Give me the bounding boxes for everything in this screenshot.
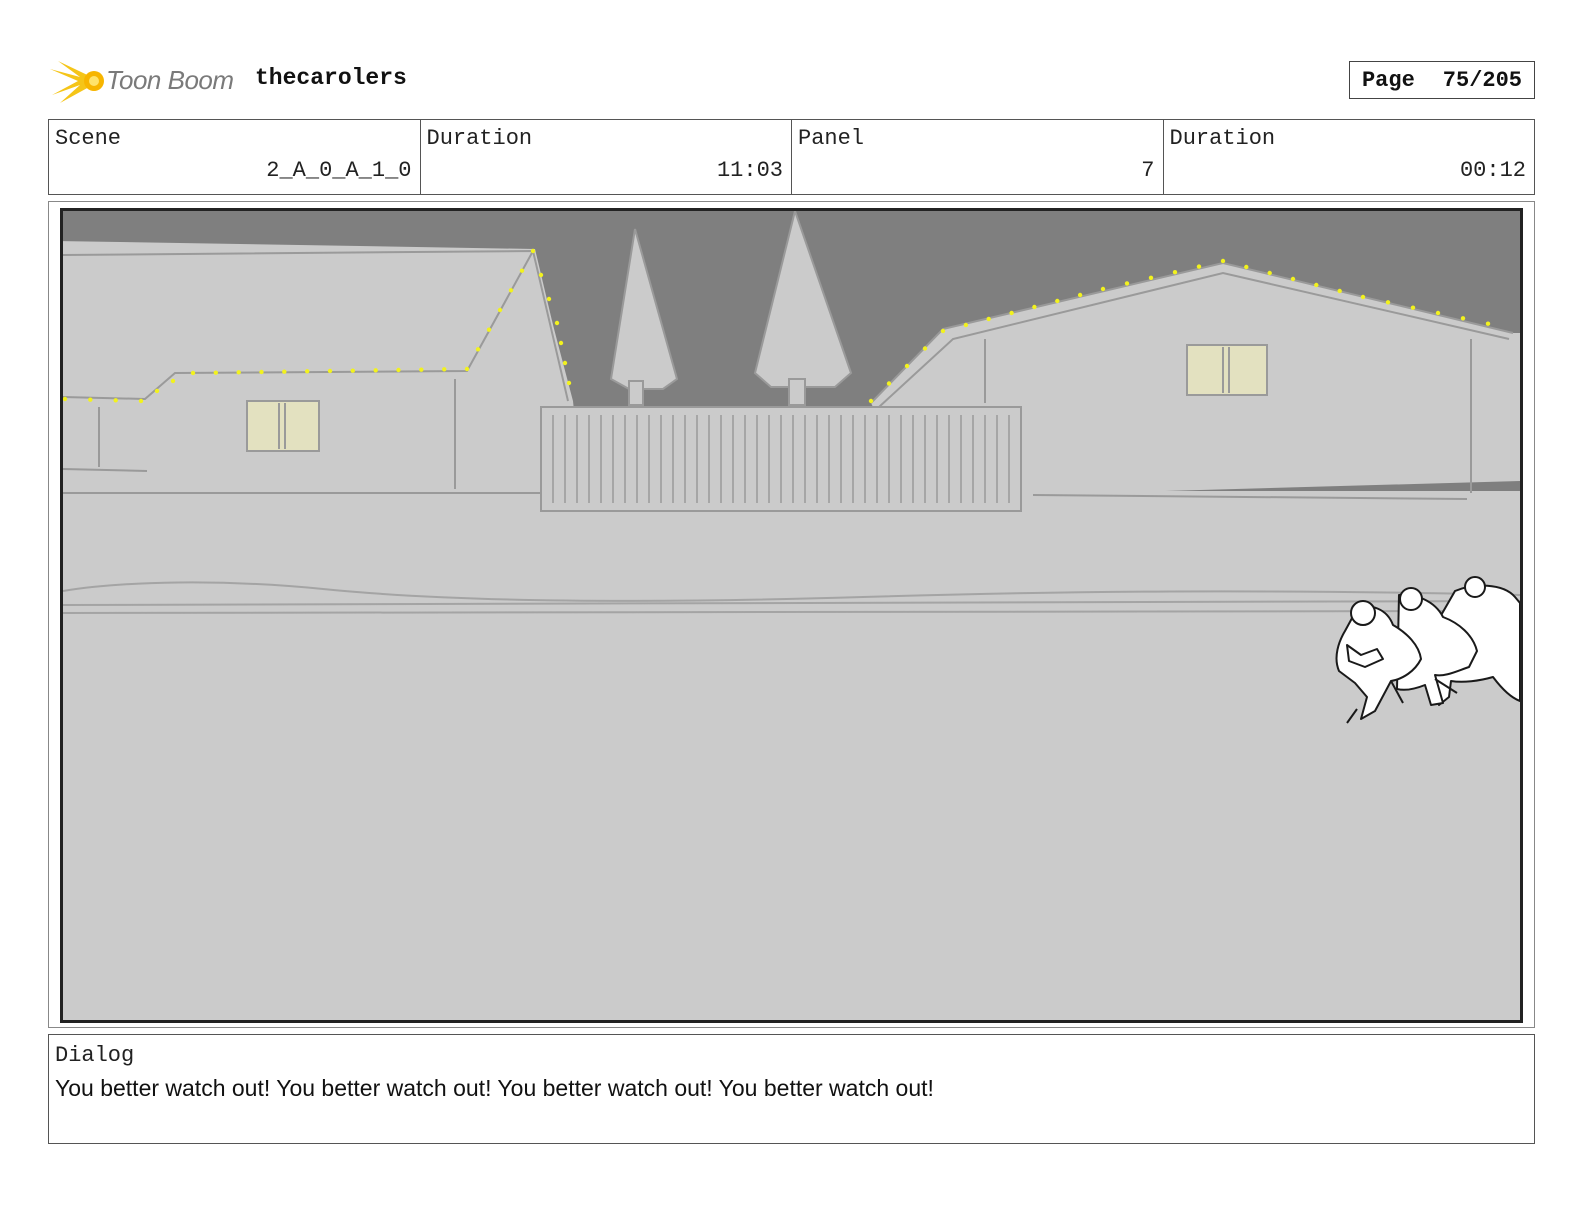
light-bulb <box>236 370 241 375</box>
light-bulb <box>138 398 144 404</box>
light-bulb <box>464 366 470 372</box>
panel-value: 7 <box>1141 158 1155 183</box>
light-bulb <box>442 367 447 372</box>
light-bulb <box>1244 264 1249 270</box>
light-bulb <box>546 296 552 302</box>
light-bulb <box>562 360 568 366</box>
light-bulb <box>373 368 378 373</box>
light-bulb <box>282 369 287 374</box>
light-bulb <box>538 272 544 278</box>
panel-info-table: Scene 2_A_0_A_1_0 Duration 11:03 Panel 7… <box>48 119 1535 195</box>
light-bulb <box>922 346 928 351</box>
light-bulb <box>419 367 424 372</box>
dialog-box: Dialog You better watch out! You better … <box>48 1034 1535 1144</box>
scene-value: 2_A_0_A_1_0 <box>266 158 412 183</box>
panel-frame <box>48 201 1535 1028</box>
scene-duration-label: Duration <box>426 126 533 151</box>
panel-duration-cell: Duration 00:12 <box>1164 120 1535 194</box>
toon-boom-logo: Toon Boom <box>50 55 240 107</box>
light-bulb <box>986 316 991 322</box>
storyboard-panel-image <box>60 208 1523 1023</box>
logo-text: Toon Boom <box>106 65 234 95</box>
light-bulb <box>350 368 355 373</box>
light-bulb <box>963 322 969 328</box>
light-bulb <box>519 268 525 273</box>
light-bulb <box>305 369 310 374</box>
light-bulb <box>1314 282 1319 288</box>
scene-cell: Scene 2_A_0_A_1_0 <box>49 120 421 194</box>
light-bulb <box>88 397 93 402</box>
light-bulb <box>396 367 401 373</box>
light-bulb <box>1485 321 1491 326</box>
project-title: thecarolers <box>255 65 407 91</box>
light-bulb <box>1410 305 1416 310</box>
light-bulb <box>259 369 264 375</box>
light-bulb <box>1009 310 1014 316</box>
dialog-text: You better watch out! You better watch o… <box>55 1075 934 1101</box>
light-bulb <box>1460 316 1466 321</box>
scene-label: Scene <box>55 126 122 151</box>
light-bulb <box>1290 276 1296 282</box>
panel-label: Panel <box>798 126 865 151</box>
light-bulb <box>213 370 218 375</box>
light-bulb <box>497 307 503 313</box>
light-bulb <box>113 398 118 403</box>
light-bulb <box>558 340 564 346</box>
starburst-icon <box>50 61 104 103</box>
light-bulb <box>1148 275 1154 280</box>
light-bulb <box>1337 288 1342 294</box>
fence <box>540 406 1022 512</box>
light-bulb <box>566 380 572 386</box>
light-bulb <box>1077 292 1083 298</box>
light-bulb <box>475 347 481 352</box>
light-bulb <box>940 328 946 334</box>
light-bulb <box>486 327 492 332</box>
light-bulb <box>1100 286 1106 292</box>
page-header: Toon Boom thecarolers Page 75/205 <box>48 52 1535 112</box>
page-label: Page <box>1361 67 1415 93</box>
page-indicator: Page 75/205 <box>1349 61 1535 99</box>
light-bulb <box>1196 264 1202 269</box>
light-bulb <box>1172 270 1178 275</box>
light-bulb <box>1124 281 1130 286</box>
light-bulb <box>886 381 892 386</box>
light-bulb <box>327 368 333 374</box>
light-bulb <box>1267 270 1272 276</box>
light-bulb <box>1055 298 1060 304</box>
light-bulb <box>530 248 536 254</box>
light-bulb <box>63 396 68 402</box>
light-bulb <box>1220 258 1226 264</box>
light-bulb <box>170 378 176 384</box>
panel-drawing <box>63 211 1520 1020</box>
light-bulb <box>904 363 910 369</box>
light-bulb <box>508 288 514 293</box>
left-house <box>63 241 583 501</box>
left-window <box>246 400 320 452</box>
light-bulb <box>154 388 160 394</box>
light-bulb <box>868 398 874 404</box>
light-bulb <box>554 320 560 326</box>
page-number: 75/205 <box>1442 67 1523 93</box>
light-bulb <box>190 370 196 376</box>
scene-duration-value: 11:03 <box>716 158 783 183</box>
light-bulb <box>1360 294 1366 300</box>
scene-duration-cell: Duration 11:03 <box>421 120 792 194</box>
light-bulb <box>1032 304 1037 310</box>
right-window <box>1186 344 1268 396</box>
panel-duration-value: 00:12 <box>1459 158 1526 183</box>
light-bulb <box>1435 310 1441 316</box>
light-bulb <box>1385 300 1391 305</box>
panel-cell: Panel 7 <box>792 120 1164 194</box>
dialog-label: Dialog <box>55 1043 135 1068</box>
panel-duration-label: Duration <box>1169 126 1276 151</box>
